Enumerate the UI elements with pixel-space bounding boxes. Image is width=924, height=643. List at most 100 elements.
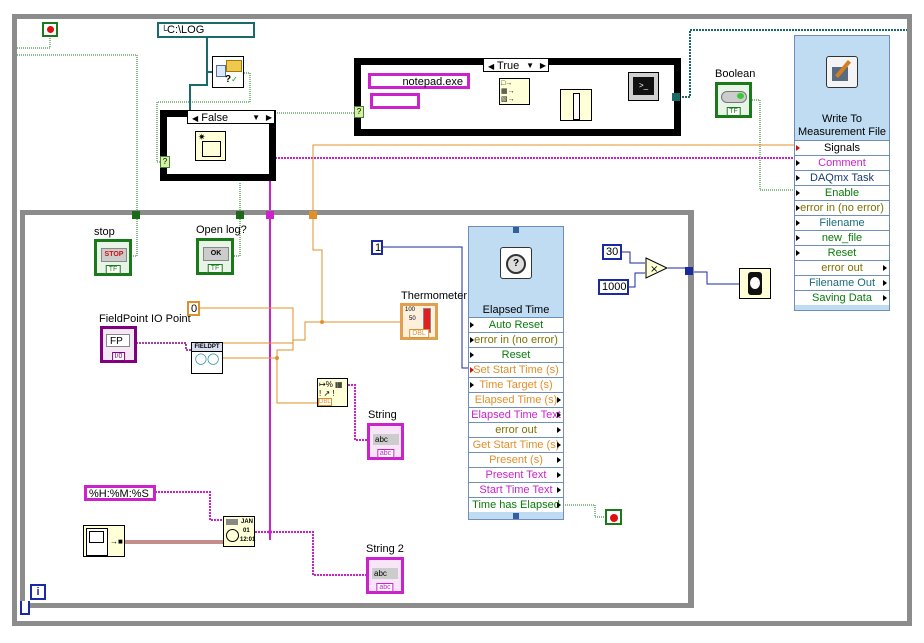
next-case-arrow-icon[interactable]: ▶	[540, 59, 546, 73]
get-date-time-node[interactable]: →■	[83, 525, 125, 557]
ok-button-face: OK	[203, 247, 229, 261]
write-measurement-file-vi[interactable]: Write To Measurement File Signals Commen…	[794, 35, 890, 311]
thermometer-label: Thermometer	[401, 290, 468, 302]
input-comment[interactable]: Comment	[795, 155, 889, 170]
format-percent-icon: ↦% ▦! ↗ !	[319, 380, 343, 398]
case-selector-terminal-true: ?	[354, 106, 364, 118]
write-file-icon	[826, 56, 858, 88]
input-enable[interactable]: Enable	[795, 185, 889, 200]
open-log-label: Open log?	[196, 224, 247, 236]
string-indicator[interactable]: abc abc	[367, 423, 404, 460]
prev-case-arrow-icon[interactable]: ◀	[488, 62, 494, 71]
multiply-node[interactable]: ×	[645, 257, 669, 279]
stop-label: stop	[94, 226, 115, 238]
tunnel-stop	[132, 211, 140, 219]
path-icon: └	[161, 25, 168, 35]
file-dir-info-node[interactable]: ?✓	[212, 56, 244, 88]
output-elapsed-time[interactable]: Elapsed Time (s)	[469, 392, 563, 407]
case-selector-terminal-false: ?	[160, 156, 170, 168]
time-format-constant[interactable]: %H:%M:%S	[84, 485, 156, 501]
next-case-arrow-icon[interactable]: ▶	[266, 111, 272, 125]
iteration-terminal: i	[30, 584, 46, 600]
input-filename[interactable]: Filename	[795, 215, 889, 230]
terminal-prompt-icon: >_	[633, 77, 654, 95]
prev-case-arrow-icon[interactable]: ◀	[192, 114, 198, 123]
build-array-node[interactable]: □→ ▦→ ▧→	[499, 78, 530, 105]
output-error-out[interactable]: error out	[469, 422, 563, 437]
thermometer-indicator[interactable]: 100 50 DBL	[400, 303, 438, 340]
output-time-has-elapsed[interactable]: Time has Elapsed	[469, 497, 563, 512]
string2-label: String 2	[366, 543, 404, 555]
case-selector-false[interactable]: ◀ False ▼ ▶	[187, 110, 275, 124]
thousand-constant[interactable]: 1000	[598, 279, 629, 295]
stop-circle-icon	[610, 514, 618, 522]
stop-circle-icon	[47, 26, 54, 33]
boolean-control[interactable]: TF	[715, 82, 752, 118]
fieldpoint-io-control[interactable]: FP I/0	[100, 326, 137, 363]
boolean-label: Boolean	[715, 68, 756, 80]
input-error-in[interactable]: error in (no error)	[469, 332, 563, 347]
case-selector-true[interactable]: ◀ True ▼ ▶	[483, 58, 549, 72]
output-get-start-time[interactable]: Get Start Time (s)	[469, 437, 563, 452]
thirty-constant[interactable]: 30	[602, 244, 622, 260]
sparkle-icon: ✷	[198, 132, 206, 142]
output-present-text[interactable]: Present Text	[469, 467, 563, 482]
folder-icon	[226, 60, 242, 72]
fp-selector: FP	[106, 334, 130, 347]
led-icon	[737, 93, 744, 99]
elapsed-time-vi[interactable]: ? Elapsed Time Auto Reset error in (no e…	[468, 226, 564, 520]
input-daqmx-task[interactable]: DAQmx Task	[795, 170, 889, 185]
output-saving-data[interactable]: Saving Data	[795, 290, 889, 305]
tunnel-signals	[309, 211, 317, 219]
empty-string-constant[interactable]	[370, 93, 420, 109]
outer-stop-terminal[interactable]	[42, 22, 58, 37]
input-set-start-time[interactable]: Set Start Time (s)	[469, 362, 563, 377]
input-new-file[interactable]: new_file	[795, 230, 889, 245]
stop-control[interactable]: STOP TF	[94, 239, 132, 276]
tunnel-comment	[266, 211, 274, 219]
output-start-time-text[interactable]: Start Time Text	[469, 482, 563, 497]
create-folder-node[interactable]: ✷	[195, 131, 226, 161]
system-exec-node[interactable]: >_	[628, 72, 659, 101]
zero-constant[interactable]: 0	[187, 301, 200, 316]
stop-button-face: STOP	[101, 248, 127, 262]
output-error-out[interactable]: error out	[795, 260, 889, 275]
input-reset[interactable]: Reset	[795, 245, 889, 260]
bundle-node[interactable]	[560, 89, 592, 121]
input-reset[interactable]: Reset	[469, 347, 563, 362]
input-auto-reset[interactable]: Auto Reset	[469, 317, 563, 332]
question-check-icon: ?✓	[225, 74, 238, 85]
output-elapsed-time-text[interactable]: Elapsed Time Text	[469, 407, 563, 422]
write-file-title: Write To Measurement File	[797, 113, 887, 138]
elapsed-time-title: Elapsed Time	[482, 304, 550, 316]
log-path-constant[interactable]: └ C:\LOG	[157, 22, 255, 38]
inner-stop-terminal[interactable]	[605, 509, 622, 525]
clock-icon	[226, 529, 239, 542]
case-dropdown-icon[interactable]: ▼	[252, 111, 260, 125]
wait-ms-node[interactable]	[739, 268, 771, 299]
format-date-time-node[interactable]: JAN 01 12:01	[223, 516, 255, 547]
multiply-icon: ×	[650, 264, 658, 275]
cluster-icon	[573, 93, 580, 120]
string2-indicator[interactable]: abc abc	[366, 557, 404, 594]
new-folder-icon	[202, 141, 221, 157]
case-tunnel-path	[672, 93, 680, 101]
glasses-icon: ◯◯	[194, 353, 220, 365]
one-constant[interactable]: 1	[371, 240, 383, 255]
notepad-constant[interactable]: notepad.exe	[368, 73, 470, 89]
output-filename-out[interactable]: Filename Out	[795, 275, 889, 290]
loop-bottom-gap	[20, 601, 30, 615]
input-time-target[interactable]: Time Target (s)	[469, 377, 563, 392]
tunnel-openlog	[236, 211, 244, 219]
array-inputs-icon: □→ ▦→ ▧→	[501, 80, 515, 103]
format-value-node[interactable]: ↦% ▦! ↗ ! DBL	[317, 378, 348, 407]
open-log-control[interactable]: OK TF	[196, 238, 234, 275]
stopwatch-icon: ?	[500, 247, 532, 279]
input-signals[interactable]: Signals	[795, 140, 889, 155]
tunnel-wait	[685, 267, 693, 275]
output-present[interactable]: Present (s)	[469, 452, 563, 467]
fieldpoint-label: FieldPoint IO Point	[99, 313, 191, 325]
input-error-in[interactable]: error in (no error)	[795, 200, 889, 215]
fieldpoint-read-node[interactable]: FIELDPT ◯◯	[191, 342, 223, 374]
case-dropdown-icon[interactable]: ▼	[526, 59, 534, 73]
